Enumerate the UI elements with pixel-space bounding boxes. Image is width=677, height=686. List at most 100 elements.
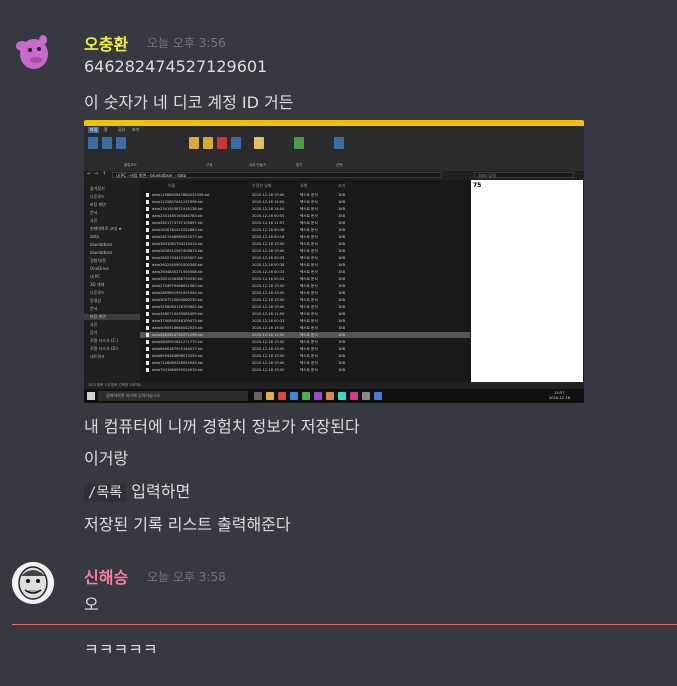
nav-item[interactable]: 내 PC [90,274,100,280]
nav-item[interactable]: 즐겨찾기 [90,186,105,192]
pin-icon[interactable] [88,137,98,149]
username[interactable]: 신해승 [84,564,128,588]
nav-item[interactable]: 다운로드 [90,290,105,296]
app-icon[interactable] [338,392,346,400]
app-icon[interactable] [314,392,322,400]
back-icon[interactable]: ← [87,171,91,177]
image-attachment[interactable]: 파일 홈 공유 보기 클립보드 구성 새로 만들기 열기 선택 ← → ↑ 내 … [84,120,584,403]
nav-item[interactable]: 바탕 화면 [90,202,106,208]
file-row[interactable]: data2632794413159007.txt 2020-12-16 00:33… [140,255,470,261]
app-icon[interactable] [326,392,334,400]
file-row[interactable]: data6594564698070559.txt 2020-12-16 15:00… [140,353,470,359]
nav-item[interactable]: 문서 [90,210,97,216]
file-date: 2020-12-16 11:50 [252,312,285,316]
file-row[interactable]: data3258084118705601.txt 2020-12-16 15:00… [140,304,470,310]
nav-item[interactable]: 문서 [90,306,97,312]
app-icon[interactable] [290,392,298,400]
text-file-icon [146,193,149,197]
chrome-icon[interactable] [278,392,286,400]
nav-item[interactable]: 경험치/문 [90,258,106,264]
nav-item[interactable]: bluelatbser [90,250,113,255]
system-clock[interactable]: 15:57 2020-12-16 [549,391,570,401]
file-row[interactable]: data2809891951001944.txt 2020-12-16 15:00… [140,290,470,296]
message-text: 저장된 기록 리스트 출력해준다 [84,515,291,534]
file-row[interactable]: data4462824745271296.txt 2020-12-16 15:00… [140,332,470,338]
file-row[interactable]: data1198865847684032398.txt 2020-12-16 15… [140,192,470,198]
file-row[interactable]: data7126089328924945.txt 2020-12-16 15:00… [140,360,470,366]
username[interactable]: 오충환 [84,31,128,55]
explorer-icon[interactable] [266,392,274,400]
nav-item[interactable]: 음악 [90,330,97,336]
nav-item[interactable]: 동영상 [90,298,101,304]
file-row[interactable]: data3740890048109473.txt 2020-12-16 00:33… [140,318,470,324]
file-row[interactable]: data1125807041237998.txt 2020-12-16 14:00… [140,199,470,205]
nav-item[interactable]: data [90,234,99,239]
text-file-icon [146,270,149,274]
nav-item[interactable]: 다운로드 [90,194,105,200]
file-size: 1KB [338,312,346,316]
nav-item[interactable]: 네트워크 [90,354,105,360]
file-row[interactable]: data2634845271950508.txt 2020-12-16 00:33… [140,269,470,275]
up-icon[interactable]: ↑ [102,171,106,177]
navigation-pane: 즐겨찾기 다운로드 바탕 화면 문서 사진 현재대화로 교대 ★ data bluelatbs… [84,180,140,382]
file-row[interactable]: data2621773737105897.txt 2020-12-16 11:57… [140,220,470,226]
file-row[interactable]: data2630912567408813.txt 2020-12-16 15:00… [140,248,470,254]
search-input[interactable]: data 검색 [474,172,574,178]
column-name[interactable]: 이름 [168,183,175,189]
ribbon-tabs: 파일 홈 공유 보기 [84,126,584,133]
windows-start-icon[interactable] [87,392,95,400]
forward-icon[interactable]: → [94,171,98,177]
column-type[interactable]: 유형 [300,183,307,189]
nav-item[interactable]: 바탕 화면 [84,314,140,320]
app-icon[interactable] [302,392,310,400]
file-size: 1KB [338,284,346,288]
properties-icon[interactable] [294,137,304,149]
nav-item[interactable]: 현재대화로 교대 ★ [90,226,122,232]
file-row[interactable]: data4649991621271770.txt 2020-12-16 15:00… [140,339,470,345]
paste-icon[interactable] [116,137,126,149]
file-type: 텍스트 문서 [300,228,318,232]
app-icon[interactable] [374,392,382,400]
select-all-icon[interactable] [334,137,344,149]
address-path[interactable]: 내 PC › 바탕 화면 › bluelatbser › data [112,172,442,178]
avatar[interactable] [12,30,54,72]
app-icon[interactable] [350,392,358,400]
file-row[interactable]: data6490267915144017.txt 2020-12-16 15:00… [140,346,470,352]
file-row[interactable]: data2641936386734530.txt 2020-12-16 00:24… [140,276,470,282]
file-row[interactable]: data3460719439085409.txt 2020-12-16 11:50… [140,311,470,317]
nav-item[interactable]: bluelatbser [90,242,113,247]
column-size[interactable]: 크기 [338,183,345,189]
column-date[interactable]: 수정한 날짜 [252,183,272,189]
file-row[interactable]: data7931864955024915.txt 2020-12-16 15:00… [140,367,470,373]
file-row[interactable]: data3097210604060230.txt 2020-12-16 15:00… [140,297,470,303]
nav-item[interactable]: 사진 [90,218,97,224]
nav-item[interactable]: 사진 [90,322,97,328]
file-row[interactable]: data2631061794215414.txt 2020-12-16 15:00… [140,241,470,247]
avatar[interactable] [12,562,54,604]
file-row[interactable]: data2627448985552077.txt 2020-12-16 00:16… [140,234,470,240]
nav-item[interactable]: 로컬 디스크 (C:) [90,338,118,344]
nav-item[interactable]: 3D 개체 [90,282,104,288]
file-row[interactable]: data2704979466051580.txt 2020-12-16 15:00… [140,283,470,289]
file-row[interactable]: data4050918660042025.txt 2020-12-16 15:00… [140,325,470,331]
file-type: 텍스트 문서 [300,249,318,253]
nav-item[interactable]: 로컬 디스크 (D:) [90,346,119,352]
file-name: data3097210604060230.txt [152,298,203,302]
nav-item[interactable]: OneDrive [90,266,109,271]
task-view-icon[interactable] [254,392,262,400]
file-size: 1KB [338,347,346,351]
copy-icon[interactable] [102,137,112,149]
file-row[interactable]: data2632585901000348.txt 2020-12-16 00:38… [140,262,470,268]
move-icon[interactable] [189,137,199,149]
file-row[interactable]: data2341953871918138.txt 2020-12-16 14:00… [140,206,470,212]
copy-to-icon[interactable] [203,137,213,149]
file-name: data4050918660042025.txt [152,326,203,330]
file-row[interactable]: data2341485163440783.txt 2020-12-16 00:55… [140,213,470,219]
taskbar-search[interactable]: 검색하려면 여기에 입력하십시오 [98,391,248,401]
delete-icon[interactable] [217,137,227,149]
new-folder-icon[interactable] [254,137,264,149]
app-icon[interactable] [362,392,370,400]
file-size: 1KB [338,319,346,323]
file-row[interactable]: data2630761415252883.txt 2020-12-16 00:38… [140,227,470,233]
rename-icon[interactable] [231,137,241,149]
